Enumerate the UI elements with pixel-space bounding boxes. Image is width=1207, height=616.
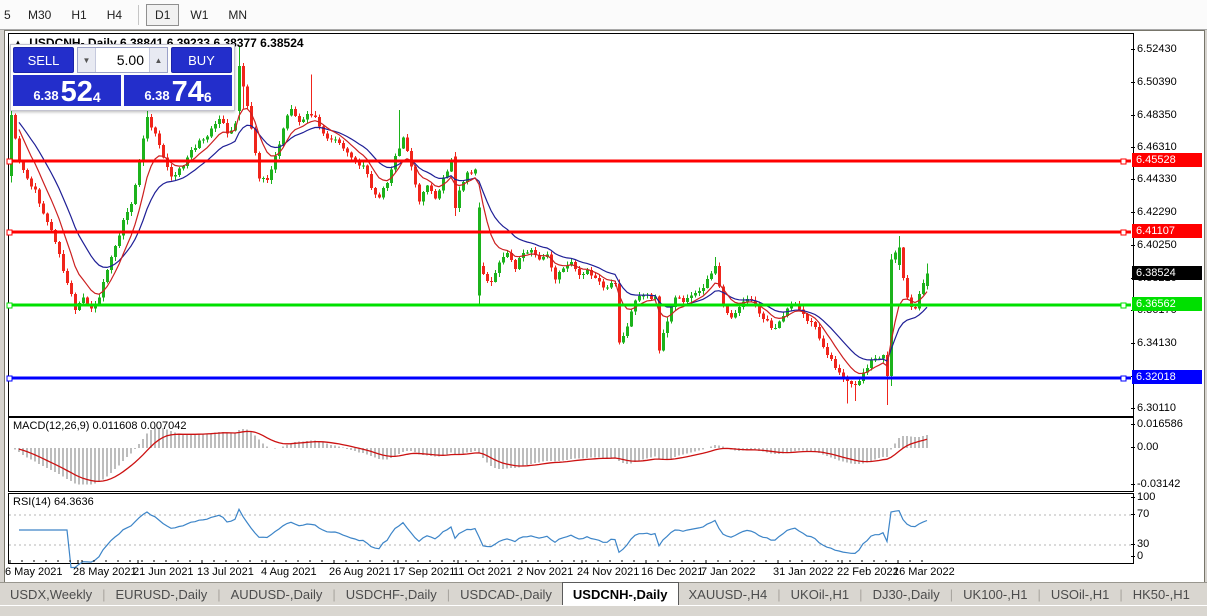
price-tick	[1131, 343, 1135, 344]
rsi-tick-label: 70	[1137, 508, 1150, 520]
mt4-terminal: { "toolbar":{"timeframes":[ {"label":"5"…	[0, 0, 1207, 616]
macd-tick-label: 0.00	[1137, 441, 1159, 453]
macd-tick	[1131, 484, 1135, 485]
volume-increase-icon[interactable]: ▲	[149, 48, 167, 72]
price-tick-label: 6.46310	[1137, 141, 1177, 153]
hline-price-tag: 6.32018	[1132, 370, 1202, 384]
current-price-tag: 6.38524	[1132, 266, 1202, 280]
date-label: 6 May 2021	[5, 566, 63, 578]
rsi-tick	[1131, 497, 1135, 498]
chart-tab-usdchf[interactable]: USDCHF-,Daily	[336, 583, 447, 606]
macd-tick	[1131, 447, 1135, 448]
sell-button[interactable]: SELL	[13, 47, 74, 73]
price-tick	[1131, 82, 1135, 83]
volume-spinner: ▼ 5.00 ▲	[77, 47, 168, 73]
hline-price-tag: 6.41107	[1132, 224, 1202, 238]
price-tick	[1131, 245, 1135, 246]
chart-tab-usdcnh[interactable]: USDCNH-,Daily	[561, 582, 679, 606]
price-tick	[1131, 212, 1135, 213]
price-tick-label: 6.30110	[1137, 402, 1176, 414]
macd-tick-label: 0.016586	[1137, 418, 1183, 430]
one-click-trading-panel: SELL ▼ 5.00 ▲ BUY 6.38 52 4 6.38 74 6	[10, 44, 235, 111]
date-label: 22 Feb 2022	[837, 566, 899, 578]
timeframe-button-5[interactable]: 5	[1, 4, 17, 26]
timeframe-toolbar: 5 M30 H1 H4 D1 W1 MN	[0, 0, 1207, 30]
volume-input[interactable]: 5.00	[96, 48, 149, 72]
chart-tab-bar: USDX,Weekly | EURUSD-,Daily | AUDUSD-,Daily |…	[0, 582, 1207, 606]
price-tick	[1131, 179, 1135, 180]
tab-nav-separator: |	[1200, 587, 1207, 602]
chart-tab-usdcad[interactable]: USDCAD-,Daily	[450, 583, 562, 606]
date-label: 16 Mar 2022	[893, 566, 955, 578]
price-tick-label: 6.50390	[1137, 76, 1177, 88]
timeframe-button-h1[interactable]: H1	[62, 4, 95, 26]
macd-indicator-label: MACD(12,26,9) 0.011608 0.007042	[13, 420, 187, 432]
price-tick-label: 6.42290	[1137, 206, 1177, 218]
date-label: 31 Jan 2022	[773, 566, 834, 578]
buy-price-big: 74	[171, 76, 204, 108]
buy-quote[interactable]: 6.38 74 6	[124, 75, 232, 108]
price-tick	[1131, 49, 1135, 50]
macd-tick-label: -0.03142	[1137, 478, 1181, 490]
chart-tab-ukoil[interactable]: UKOil-,H1	[781, 583, 860, 606]
rsi-canvas[interactable]	[9, 494, 1131, 569]
timeframe-button-w1[interactable]: W1	[181, 4, 217, 26]
toolbar-separator	[138, 4, 140, 25]
ohlc-close: 6.38524	[260, 36, 304, 50]
chart-tab-uk100[interactable]: UK100-,H1	[953, 583, 1037, 606]
date-label: 21 Jun 2021	[133, 566, 194, 578]
date-label: 11 Oct 2021	[453, 566, 513, 578]
date-label: 2 Nov 2021	[517, 566, 574, 578]
rsi-tick-label: 30	[1137, 538, 1150, 550]
hline-price-tag: 6.36562	[1132, 297, 1202, 311]
sell-price-big: 52	[60, 76, 93, 108]
price-tick	[1131, 408, 1135, 409]
date-label: 4 Aug 2021	[261, 566, 317, 578]
timeframe-button-m30[interactable]: M30	[19, 4, 60, 26]
chart-tab-eurusd[interactable]: EURUSD-,Daily	[106, 583, 218, 606]
buy-button[interactable]: BUY	[171, 47, 232, 73]
rsi-indicator-label: RSI(14) 64.3636	[13, 496, 94, 508]
date-label: 7 Jan 2022	[701, 566, 756, 578]
rsi-tick	[1131, 556, 1135, 557]
status-bar	[0, 605, 1207, 616]
buy-price-sup: 6	[203, 89, 212, 105]
sell-quote[interactable]: 6.38 52 4	[13, 75, 121, 108]
price-tick-label: 6.40250	[1137, 239, 1177, 251]
date-label: 16 Dec 2021	[641, 566, 704, 578]
price-tick	[1131, 115, 1135, 116]
price-tick-label: 6.48350	[1137, 109, 1177, 121]
timeframe-button-h4[interactable]: H4	[98, 4, 131, 26]
chart-tab-xauusd[interactable]: XAUUSD-,H4	[679, 583, 778, 606]
timeframe-button-d1[interactable]: D1	[146, 3, 180, 26]
date-label: 17 Sep 2021	[393, 566, 456, 578]
rsi-pane[interactable]	[8, 493, 1134, 569]
date-label: 13 Jul 2021	[197, 566, 254, 578]
chart-tab-usdx[interactable]: USDX,Weekly	[0, 583, 102, 606]
chart-tab-audusd[interactable]: AUDUSD-,Daily	[221, 583, 333, 606]
chart-tab-hk50[interactable]: HK50-,H1	[1123, 583, 1200, 606]
macd-tick	[1131, 424, 1135, 425]
rsi-tick-label: 0	[1137, 550, 1144, 562]
sell-price-sup: 4	[92, 89, 101, 105]
chart-tab-usoil[interactable]: USOil-,H1	[1041, 583, 1120, 606]
date-label: 28 May 2021	[73, 566, 137, 578]
date-label: 24 Nov 2021	[577, 566, 640, 578]
buy-price-prefix: 6.38	[144, 88, 170, 103]
price-tick-label: 6.44330	[1137, 173, 1177, 185]
rsi-tick	[1131, 544, 1135, 545]
price-tick-label: 6.34130	[1137, 337, 1177, 349]
date-label: 26 Aug 2021	[329, 566, 391, 578]
rsi-tick-label: 100	[1137, 491, 1156, 503]
price-tick	[1131, 147, 1135, 148]
sell-price-prefix: 6.38	[33, 88, 59, 103]
tab-nav: |◂▸	[1200, 583, 1207, 606]
hline-price-tag: 6.45528	[1132, 153, 1202, 167]
price-tick-label: 6.52430	[1137, 43, 1177, 55]
timeframe-button-mn[interactable]: MN	[219, 4, 256, 26]
rsi-tick	[1131, 514, 1135, 515]
volume-decrease-icon[interactable]: ▼	[78, 48, 96, 72]
chart-tab-dj30[interactable]: DJ30-,Daily	[863, 583, 950, 606]
